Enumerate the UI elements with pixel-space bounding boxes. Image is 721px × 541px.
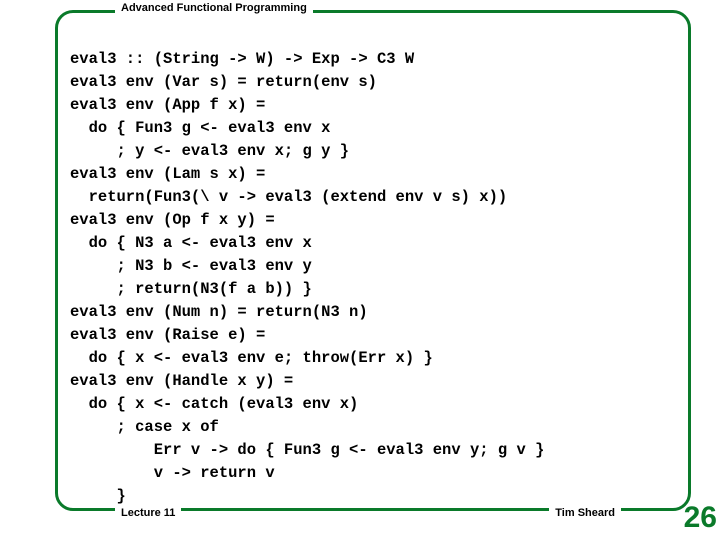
code-block: eval3 :: (String -> W) -> Exp -> C3 W ev…: [70, 48, 683, 508]
course-title: Advanced Functional Programming: [115, 2, 313, 14]
author-label: Tim Sheard: [549, 507, 621, 519]
lecture-label: Lecture 11: [115, 507, 181, 519]
page-number: 26: [684, 501, 717, 535]
